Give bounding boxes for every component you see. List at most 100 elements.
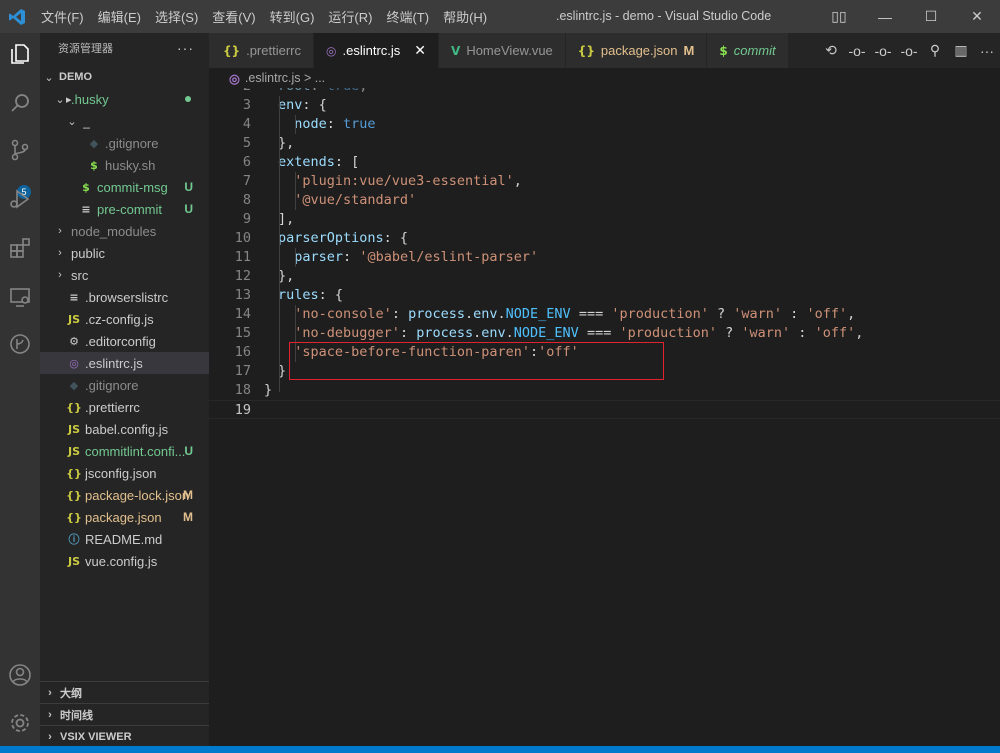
tree-item-label: commitlint.confi... — [85, 443, 186, 459]
file-tree: ⌄ ▸ .husky ⌄ _ ◆ .gitignore $ husky.sh $ commit-ms… — [40, 88, 209, 572]
tree-item[interactable]: JS .cz-config.js — [40, 308, 209, 330]
explorer-title: 资源管理器 — [58, 43, 113, 55]
timeline-section[interactable]: › 时间线 — [40, 703, 209, 726]
tab-modified-badge: M — [683, 43, 695, 58]
editor-tab[interactable]: $ commit — [707, 33, 789, 68]
js-file-icon: JS — [67, 444, 80, 458]
tree-item-label: pre-commit — [97, 201, 163, 217]
more-actions-icon[interactable]: ··· — [177, 40, 194, 56]
outline-section[interactable]: › 大纲 — [40, 681, 209, 704]
line-number: 17 — [234, 363, 251, 379]
tab-label: .eslintrc.js — [342, 43, 401, 58]
code-line: 6 extends: [ — [209, 153, 1000, 172]
maximize-button[interactable]: ☐ — [908, 8, 954, 25]
tree-item[interactable]: › node_modules — [40, 220, 209, 242]
vsix-viewer-section[interactable]: › VSIX VIEWER — [40, 725, 209, 748]
search-icon[interactable] — [4, 87, 36, 119]
tree-item-label: src — [71, 267, 89, 283]
editor-tab[interactable]: {} .prettierrc — [209, 33, 314, 68]
settings-gear-icon[interactable] — [4, 707, 36, 739]
tree-item[interactable]: ◆ .gitignore — [40, 132, 209, 154]
code-line: 13 rules: { — [209, 286, 1000, 305]
extensions-icon[interactable] — [4, 232, 36, 264]
minimize-button[interactable]: — — [862, 9, 908, 25]
code-editor[interactable]: 2root: true, 3env: { 4 node: true 5}, 6e… — [209, 88, 1000, 746]
line-number: 19 — [234, 402, 251, 418]
next-change-icon[interactable]: -o- — [896, 43, 922, 59]
info-file-icon: ⓘ — [68, 533, 80, 546]
git-commit-icon[interactable]: -o- — [844, 43, 870, 59]
text-file-icon: ≡ — [81, 202, 91, 216]
code-line: 5}, — [209, 134, 1000, 153]
line-number: 6 — [242, 154, 251, 170]
more-actions-icon[interactable]: ··· — [974, 43, 1000, 59]
breadcrumb-path[interactable]: .eslintrc.js > ... — [245, 71, 325, 85]
editor-tab[interactable]: {} package.json M — [565, 33, 708, 68]
chevron-right-icon: › — [58, 269, 62, 281]
tree-item[interactable]: ◎ .eslintrc.js — [40, 352, 209, 374]
close-window-button[interactable]: ✕ — [954, 8, 1000, 25]
menu-item[interactable]: 终端(T) — [379, 7, 436, 26]
chevron-right-icon: › — [48, 687, 52, 699]
tree-item[interactable]: JS babel.config.js — [40, 418, 209, 440]
js-file-icon: JS — [67, 312, 80, 326]
line-number: 4 — [242, 116, 251, 132]
tree-item-label: husky.sh — [105, 157, 156, 173]
menu-item[interactable]: 帮助(H) — [436, 7, 494, 26]
menu-item[interactable]: 转到(G) — [263, 7, 322, 26]
split-editor-icon[interactable]: ▥ — [948, 42, 974, 59]
menu-item[interactable]: 运行(R) — [321, 7, 379, 26]
chevron-down-icon: ⌄ — [55, 93, 65, 106]
source-control-icon[interactable] — [4, 134, 36, 166]
tree-item[interactable]: › src — [40, 264, 209, 286]
editor-tab[interactable]: V HomeView.vue — [439, 33, 566, 68]
tree-item[interactable]: $ commit-msg U — [40, 176, 209, 198]
activity-bar: 5 — [0, 33, 40, 746]
remote-explorer-icon[interactable] — [4, 281, 36, 313]
layout-icon[interactable]: ▯▯ — [816, 8, 862, 25]
code-line: 9], — [209, 210, 1000, 229]
tree-item[interactable]: JS commitlint.confi... U — [40, 440, 209, 462]
open-changes-icon[interactable]: ⚲ — [922, 42, 948, 59]
editor-tab[interactable]: ◎ .eslintrc.js ✕ — [314, 33, 440, 68]
window-controls: ▯▯ — ☐ ✕ — [816, 0, 1000, 33]
history-icon[interactable]: ⟲ — [818, 42, 844, 59]
tree-item[interactable]: ≡ pre-commit U — [40, 198, 209, 220]
tab-file-icon: {} — [577, 43, 595, 58]
tree-item[interactable]: {} jsconfig.json — [40, 462, 209, 484]
tree-item[interactable]: {} .prettierrc — [40, 396, 209, 418]
project-root[interactable]: ⌄ DEMO — [40, 66, 209, 88]
tree-item[interactable]: › public — [40, 242, 209, 264]
tree-item[interactable]: ◆ .gitignore — [40, 374, 209, 396]
account-icon[interactable] — [4, 659, 36, 691]
tree-item[interactable]: ≡ .browserslistrc — [40, 286, 209, 308]
tree-item[interactable]: ⌄ ▸ .husky — [40, 88, 209, 110]
tree-item-label: node_modules — [71, 223, 157, 239]
menu-item[interactable]: 文件(F) — [34, 7, 91, 26]
tree-item[interactable]: {} package.json M — [40, 506, 209, 528]
menu-item[interactable]: 选择(S) — [148, 7, 205, 26]
menu-item[interactable]: 编辑(E) — [91, 7, 148, 26]
git-status-badge: U — [184, 444, 193, 458]
menu-item[interactable]: 查看(V) — [205, 7, 262, 26]
line-number: 12 — [234, 268, 251, 284]
tree-item[interactable]: $ husky.sh — [40, 154, 209, 176]
tree-item[interactable]: JS vue.config.js — [40, 550, 209, 572]
tree-item[interactable]: ⌄ _ — [40, 110, 209, 132]
close-tab-icon[interactable]: ✕ — [414, 42, 426, 59]
git-status-badge: M — [183, 510, 193, 524]
chevron-down-icon: ⌄ — [44, 71, 54, 84]
run-debug-icon[interactable] — [4, 183, 36, 215]
tree-item[interactable]: ⓘ README.md — [40, 528, 209, 550]
menu-bar: 文件(F) 编辑(E) 选择(S) 查看(V) 转到(G) 运行(R) 终端(T) 帮助(H) — [34, 0, 494, 33]
previous-change-icon[interactable]: -o- — [870, 43, 896, 59]
line-number: 10 — [234, 230, 251, 246]
tree-item[interactable]: ⚙ .editorconfig — [40, 330, 209, 352]
json-file-icon: {} — [66, 510, 82, 524]
line-number: 8 — [242, 192, 251, 208]
explorer-icon[interactable] — [4, 38, 36, 70]
git-graph-icon[interactable] — [4, 328, 36, 360]
line-number: 2 — [209, 88, 251, 96]
tree-item[interactable]: {} package-lock.json M — [40, 484, 209, 506]
code-line: 14 'no-console': process.env.NODE_ENV ==… — [209, 305, 1000, 324]
